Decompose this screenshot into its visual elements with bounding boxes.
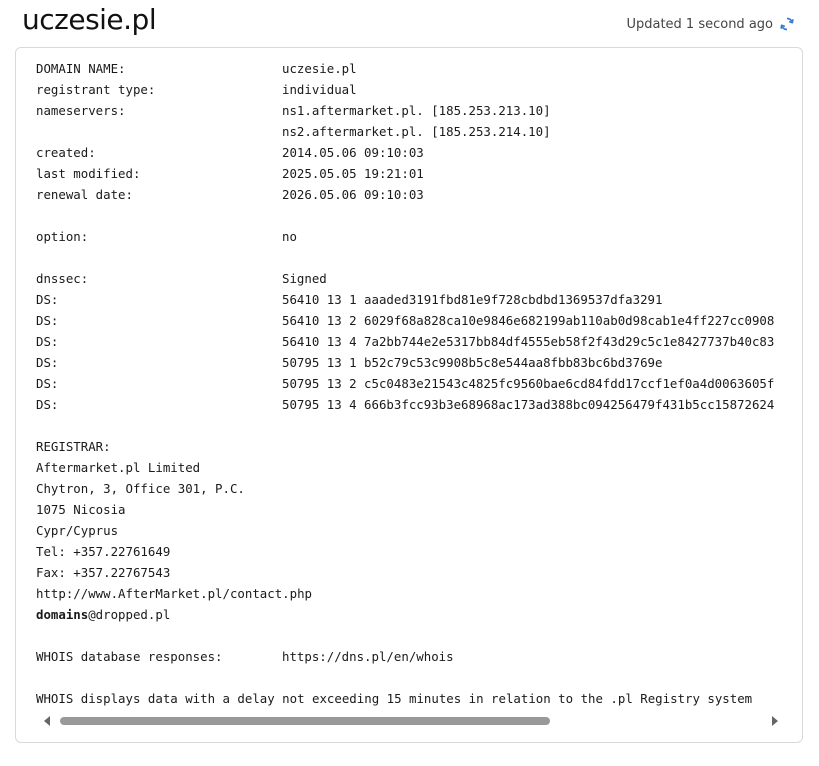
field-value: uczesie.pl — [282, 61, 357, 76]
whois-line: registrant type: individual — [36, 79, 778, 100]
page-title: uczesie.pl — [22, 3, 157, 36]
registrar-country: Cypr/Cyprus — [36, 523, 119, 538]
whois-line: DOMAIN NAME: uczesie.pl — [36, 58, 778, 79]
ds-record-line: DS: 50795 13 2 c5c0483e21543c4825fc9560ba… — [36, 373, 778, 394]
field-key: DS: — [36, 355, 59, 370]
updated-label: Updated 1 second ago — [626, 16, 773, 32]
field-value: 2014.05.06 09:10:03 — [282, 145, 424, 160]
field-value: 50795 13 2 c5c0483e21543c4825fc9560bae6c… — [282, 376, 775, 391]
whois-line: renewal date: 2026.05.06 09:10:03 — [36, 184, 778, 205]
field-value: individual — [282, 82, 357, 97]
field-key: DS: — [36, 376, 59, 391]
whois-text: DOMAIN NAME: uczesie.pl registrant type: i… — [36, 58, 778, 712]
registrar-name: Aftermarket.pl Limited — [36, 460, 201, 475]
field-value: Signed — [282, 271, 327, 286]
field-value: 56410 13 4 7a2bb744e2e5317bb84df4555eb58… — [282, 334, 775, 349]
registrar-email: domains@dropped.pl — [36, 604, 778, 625]
ds-record-line: DS: 56410 13 2 6029f68a828ca10e9846e68219… — [36, 310, 778, 331]
ds-record-line: DS: 50795 13 4 666b3fcc93b3e68968ac173ad3… — [36, 394, 778, 415]
field-value: 2025.05.05 19:21:01 — [282, 166, 424, 181]
field-value: ns1.aftermarket.pl. [185.253.213.10] — [282, 103, 551, 118]
whois-line: nameservers: ns1.aftermarket.pl. [185.253… — [36, 100, 778, 121]
field-key: nameservers: — [36, 103, 126, 118]
whois-line: WHOIS database responses: https://dns.pl/… — [36, 646, 778, 667]
field-key: DOMAIN NAME: — [36, 61, 126, 76]
field-value: ns2.aftermarket.pl. [185.253.214.10] — [282, 124, 551, 139]
email-domain: @dropped.pl — [88, 607, 171, 622]
field-key: DS: — [36, 292, 59, 307]
ds-record-line: DS: 50795 13 1 b52c79c53c9908b5c8e544aa8f… — [36, 352, 778, 373]
scroll-right-icon[interactable] — [772, 716, 778, 726]
field-value: https://dns.pl/en/whois — [282, 649, 454, 664]
field-value: 50795 13 4 666b3fcc93b3e68968ac173ad388b… — [282, 397, 775, 412]
registrar-heading: REGISTRAR: — [36, 439, 111, 454]
registrar-city: 1075 Nicosia — [36, 502, 126, 517]
whois-line: dnssec: Signed — [36, 268, 778, 289]
field-key: dnssec: — [36, 271, 89, 286]
field-key: WHOIS database responses: — [36, 649, 223, 664]
field-value: no — [282, 229, 297, 244]
field-key: created: — [36, 145, 96, 160]
ds-record-line: DS: 56410 13 4 7a2bb744e2e5317bb84df4555e… — [36, 331, 778, 352]
update-status: Updated 1 second ago — [626, 16, 795, 32]
whois-line: last modified: 2025.05.05 19:21:01 — [36, 163, 778, 184]
registrar-fax: Fax: +357.22767543 — [36, 565, 171, 580]
field-key: DS: — [36, 397, 59, 412]
field-key: DS: — [36, 334, 59, 349]
whois-line: option: no — [36, 226, 778, 247]
field-value: 50795 13 1 b52c79c53c9908b5c8e544aa8fbb8… — [282, 355, 663, 370]
field-value: 56410 13 2 6029f68a828ca10e9846e682199ab… — [282, 313, 775, 328]
field-key: option: — [36, 229, 89, 244]
whois-line: ns2.aftermarket.pl. [185.253.214.10] — [36, 121, 778, 142]
field-key: renewal date: — [36, 187, 133, 202]
scroll-left-icon[interactable] — [44, 716, 50, 726]
field-value: 56410 13 1 aaaded3191fbd81e9f728cbdbd136… — [282, 292, 663, 307]
footer-note: WHOIS displays data with a delay not exc… — [36, 691, 753, 706]
refresh-icon[interactable] — [779, 16, 795, 32]
registrar-address: Chytron, 3, Office 301, P.C. — [36, 481, 245, 496]
horizontal-scrollbar[interactable] — [40, 714, 780, 728]
field-key: registrant type: — [36, 82, 156, 97]
field-key: DS: — [36, 313, 59, 328]
field-key: last modified: — [36, 166, 141, 181]
field-value: 2026.05.06 09:10:03 — [282, 187, 424, 202]
whois-panel: DOMAIN NAME: uczesie.pl registrant type: i… — [15, 47, 803, 743]
registrar-url: http://www.AfterMarket.pl/contact.php — [36, 586, 313, 601]
registrar-tel: Tel: +357.22761649 — [36, 544, 171, 559]
email-user: domains — [36, 607, 89, 622]
ds-record-line: DS: 56410 13 1 aaaded3191fbd81e9f728cbdbd… — [36, 289, 778, 310]
scroll-thumb[interactable] — [60, 717, 550, 725]
whois-line: created: 2014.05.06 09:10:03 — [36, 142, 778, 163]
